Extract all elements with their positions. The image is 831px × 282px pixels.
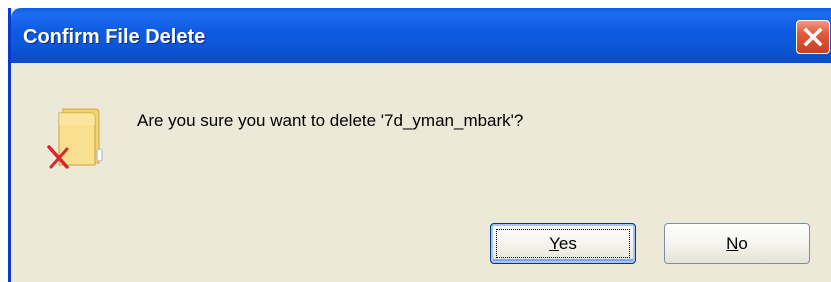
no-mnemonic: N [726,234,739,253]
yes-button[interactable]: Yes [490,223,636,264]
folder-delete-icon [45,105,111,175]
close-icon [803,27,823,47]
yes-label-rest: es [558,234,577,253]
confirm-delete-dialog: Confirm File Delete Are you sure you wan… [8,8,831,282]
no-label-rest: o [738,234,748,253]
dialog-body: Are you sure you want to delete '7d_yman… [11,63,831,282]
yes-button-label: Yes [549,234,577,253]
close-button[interactable] [796,20,830,54]
window-title: Confirm File Delete [23,26,206,48]
no-button[interactable]: No [664,223,810,264]
title-bar[interactable]: Confirm File Delete [11,8,831,63]
yes-mnemonic: Y [549,234,559,253]
no-button-label: No [726,234,748,253]
confirm-message: Are you sure you want to delete '7d_yman… [137,111,524,130]
